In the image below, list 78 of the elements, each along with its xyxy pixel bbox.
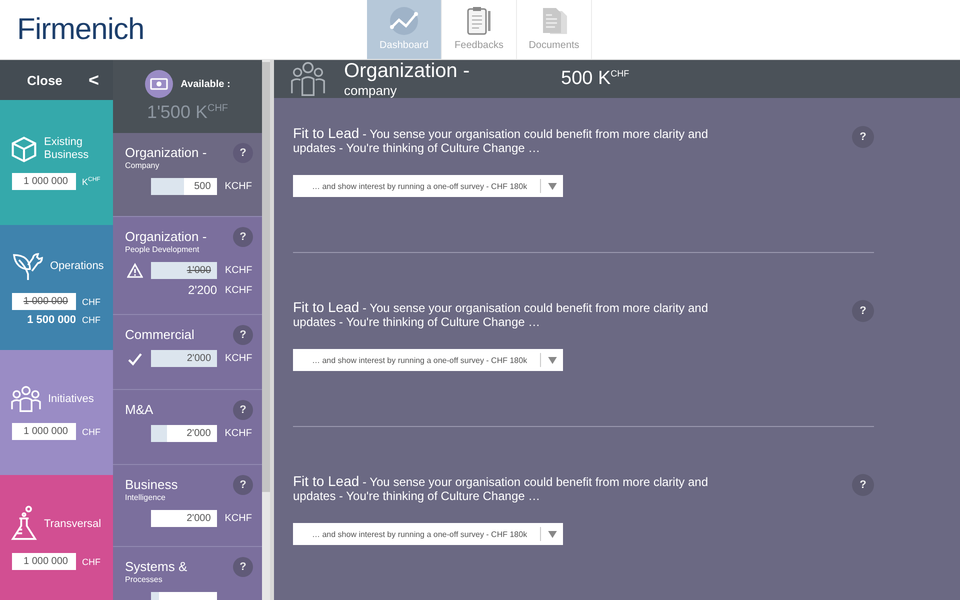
unit-label: KCHF (224, 428, 252, 439)
item-subtitle: Company (125, 161, 160, 170)
unit-label: CHF (82, 296, 100, 306)
item-title: Organization - (125, 229, 207, 244)
caret-icon (548, 530, 556, 538)
answer-dropdown[interactable]: … and show interest by running a one-off survey - CHF 180k (293, 175, 563, 197)
amount-field[interactable]: 1 000 000 (12, 173, 76, 190)
flask-icon (10, 505, 38, 543)
item-subtitle: Processes (125, 575, 162, 584)
budget-item[interactable]: Organization - Company ? 500 KCHF (113, 133, 262, 217)
help-button[interactable]: ? (852, 300, 874, 322)
help-button[interactable]: ? (233, 325, 253, 345)
item-title: Business (125, 477, 178, 492)
cube-icon (10, 135, 38, 163)
close-bar[interactable]: Close < (0, 60, 113, 100)
scrollbar-thumb[interactable] (262, 62, 270, 492)
budget-item[interactable]: M&A ? 2'000 KCHF (113, 390, 262, 465)
line-chart-icon (388, 5, 420, 37)
amount-field[interactable]: 2'000 (150, 510, 217, 527)
category-name: Initiatives (48, 392, 94, 406)
help-button[interactable]: ? (233, 143, 253, 163)
answer-dropdown[interactable]: … and show interest by running a one-off survey - CHF 180k (293, 349, 563, 371)
revised-amount: 1 500 000 (26, 314, 76, 326)
question-text: Fit to Lead - You sense your organisation could benefit from more clarity and updates - You're thinking of Culture Change … (293, 300, 710, 329)
unit-label: CHF (82, 315, 100, 325)
amount-field[interactable]: 1 000 000 (12, 293, 76, 310)
item-title: Commercial (125, 327, 194, 342)
category-name: Operations (50, 260, 104, 272)
section-title: Organization - (344, 60, 471, 83)
question-text: Fit to Lead - You sense your organisation could benefit from more clarity and updates - You're thinking of Culture Change … (293, 126, 710, 155)
answer-dropdown[interactable]: … and show interest by running a one-off survey - CHF 180k (293, 523, 563, 545)
budget-item[interactable]: Business Intelligence ? 2'000 KCHF (113, 465, 262, 547)
item-subtitle: Intelligence (125, 493, 166, 502)
people-icon (290, 61, 326, 97)
item-title: Organization - (125, 145, 207, 160)
item-title: Systems & (125, 559, 188, 574)
caret-icon (548, 182, 556, 190)
help-button[interactable]: ? (233, 557, 253, 577)
unit-label: CHF (82, 426, 100, 436)
revised-amount: 2'200 (187, 283, 217, 297)
brand-logo: Firmenich (17, 12, 146, 46)
category-panel[interactable]: Operations 1 000 000 CHF 1 500 000 CHF (0, 225, 113, 350)
unit-label: KCHF (225, 353, 252, 364)
amount-field[interactable]: 2'000 (151, 350, 217, 367)
category-panel[interactable]: Transversal 1 000 000 CHF (0, 475, 113, 600)
category-panel[interactable]: Initiatives 1 000 000 CHF (0, 350, 113, 475)
unit-label: KCHF (224, 181, 252, 192)
item-subtitle: People Development (125, 245, 200, 254)
amount-field[interactable]: 1 000 000 (12, 553, 76, 570)
help-button[interactable]: ? (233, 475, 253, 495)
help-button[interactable]: ? (233, 400, 253, 420)
caret-icon (548, 356, 556, 364)
category-name: Transversal (44, 518, 102, 530)
budget-item[interactable]: Systems & Processes ? (113, 547, 262, 600)
amount-field[interactable]: 500 (150, 178, 217, 195)
unit-label: KCHF (225, 284, 252, 296)
help-button[interactable]: ? (852, 474, 874, 496)
help-button[interactable]: ? (233, 227, 253, 247)
budget-item[interactable]: Organization - People Development ? 1'000 KCHF 2'200 KCHF (113, 217, 262, 315)
category-panel[interactable]: Existing Business 1 000 000 K$^{CHF}$ (0, 100, 113, 225)
section-amount: 500 K$^{CHF}$ (561, 68, 630, 90)
unit-label: KCHF (224, 513, 252, 524)
item-title: M&A (125, 402, 154, 417)
available-amount: 1'500 K$^{CHF}$ (146, 102, 228, 123)
amount-field[interactable]: 2'000 (150, 425, 217, 442)
money-icon (144, 70, 173, 98)
unit-label: KCHF (225, 265, 252, 276)
amount-field[interactable]: 1'000 (151, 262, 217, 279)
budget-item[interactable]: Commercial ? 2'000 KCHF (113, 315, 262, 390)
unit-label: CHF (82, 556, 100, 566)
section-subtitle: company (344, 83, 398, 98)
people-icon (10, 385, 42, 413)
available-label: Available : (180, 78, 230, 90)
question-text: Fit to Lead - You sense your organisation could benefit from more clarity and updates - You're thinking of Culture Change … (293, 474, 710, 503)
unit-label: K$^{CHF}$ (82, 176, 100, 186)
category-name: Existing Business (44, 136, 90, 162)
amount-field[interactable]: 1 000 000 (12, 423, 76, 440)
help-button[interactable]: ? (852, 126, 874, 148)
